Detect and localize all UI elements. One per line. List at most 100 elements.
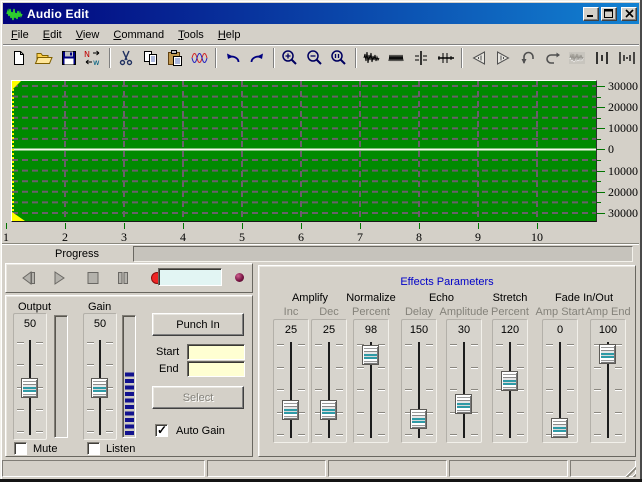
- stop-button[interactable]: [80, 266, 106, 290]
- effect-slider-inc-track[interactable]: [290, 342, 292, 438]
- minimize-button[interactable]: [583, 7, 599, 21]
- menu-item-view[interactable]: View: [69, 27, 107, 43]
- x-tick: [6, 223, 7, 229]
- slider-tick: [87, 364, 94, 365]
- effect-slider-percent-thumb[interactable]: [501, 371, 518, 391]
- position-field[interactable]: [158, 268, 222, 286]
- fade-out-button[interactable]: [491, 47, 516, 70]
- sample-convert-button[interactable]: Nw: [81, 47, 106, 70]
- slider-tick: [426, 389, 433, 390]
- y-tick: [597, 181, 601, 182]
- auto-gain-checkbox[interactable]: ✓: [155, 424, 168, 437]
- select-button[interactable]: Select: [152, 386, 244, 409]
- undo-button[interactable]: [220, 47, 245, 70]
- waveform-overlay-button[interactable]: [188, 47, 213, 70]
- waveform-disabled-button[interactable]: [565, 47, 590, 70]
- menu-item-edit[interactable]: Edit: [36, 27, 69, 43]
- pause-button[interactable]: [110, 266, 136, 290]
- menu-item-command[interactable]: Command: [106, 27, 171, 43]
- new-button[interactable]: [7, 47, 32, 70]
- mute-checkbox[interactable]: [14, 442, 27, 455]
- reverse-button[interactable]: [516, 47, 541, 70]
- copy-button[interactable]: [138, 47, 163, 70]
- effect-sub-label: Dec: [319, 306, 339, 318]
- waveform-display[interactable]: [11, 80, 597, 222]
- gain-slider: 50: [83, 313, 117, 440]
- paste-button[interactable]: [163, 47, 188, 70]
- effect-slider-dec-thumb[interactable]: [320, 400, 337, 420]
- effect-slider-amp-start-thumb[interactable]: [551, 418, 568, 438]
- output-slider-thumb[interactable]: [21, 378, 38, 398]
- effect-slider-amplitude-thumb[interactable]: [455, 394, 472, 414]
- effect-slider-delay-thumb[interactable]: [410, 409, 427, 429]
- maximize-button[interactable]: [601, 7, 617, 21]
- fade-in-button[interactable]: [466, 47, 491, 70]
- sample-convert-icon: Nw: [83, 49, 103, 67]
- app-waveform-icon: [6, 6, 24, 22]
- close-button[interactable]: [621, 7, 637, 21]
- effect-slider-amp-end-thumb[interactable]: [599, 344, 616, 364]
- zoom-in-button[interactable]: [278, 47, 303, 70]
- redo-button[interactable]: [245, 47, 270, 70]
- slider-tick: [567, 412, 574, 413]
- menu-item-file[interactable]: File: [4, 27, 36, 43]
- amplify-bars-button[interactable]: [614, 47, 639, 70]
- open-button[interactable]: [32, 47, 57, 70]
- effect-slider-inc: 25: [273, 319, 309, 443]
- skip-back-button[interactable]: [16, 266, 42, 290]
- y-tick-label: 0: [608, 142, 614, 157]
- slider-tick: [357, 389, 364, 390]
- gain-slider-thumb[interactable]: [91, 378, 108, 398]
- gain-label: Gain: [88, 301, 111, 313]
- gain-meter-level: [125, 371, 134, 435]
- slider-tick: [405, 344, 412, 345]
- end-label: End: [159, 363, 179, 375]
- waveform-compress-button[interactable]: [384, 47, 409, 70]
- slider-tick: [426, 412, 433, 413]
- gain-slider-value: 50: [84, 318, 116, 330]
- waveform-view-button[interactable]: [360, 47, 385, 70]
- effect-slider-inc-thumb[interactable]: [282, 400, 299, 420]
- slider-tick: [567, 367, 574, 368]
- menu-item-help[interactable]: Help: [211, 27, 248, 43]
- slider-tick: [405, 367, 412, 368]
- mixer-panel: Output Gain Mute Listen Punch In Start E…: [5, 295, 253, 457]
- effect-slider-percent-thumb[interactable]: [362, 345, 379, 365]
- listen-checkbox[interactable]: [87, 442, 100, 455]
- normalize-bars-button[interactable]: [590, 47, 615, 70]
- start-field[interactable]: [187, 344, 245, 360]
- y-tick-label: 30000: [608, 79, 638, 94]
- slider-tick: [594, 367, 601, 368]
- slider-tick: [298, 344, 305, 345]
- play-button[interactable]: [46, 266, 72, 290]
- zoom-fit-icon: [329, 49, 349, 67]
- effect-slider-amp-end: 100: [590, 319, 626, 443]
- save-button[interactable]: [56, 47, 81, 70]
- punch-in-button[interactable]: Punch In: [152, 313, 244, 336]
- slider-tick: [17, 342, 24, 343]
- menu-item-tools[interactable]: Tools: [171, 27, 211, 43]
- slider-tick: [517, 367, 524, 368]
- slider-tick: [615, 412, 622, 413]
- end-field[interactable]: [187, 361, 245, 377]
- horizontal-marker-button[interactable]: [434, 47, 459, 70]
- output-meter: [54, 315, 68, 438]
- zoom-fit-button[interactable]: [327, 47, 352, 70]
- slider-tick: [87, 431, 94, 432]
- cut-button[interactable]: [114, 47, 139, 70]
- slider-tick: [298, 412, 305, 413]
- slider-tick: [496, 344, 503, 345]
- waveform-overlay-icon: [190, 49, 210, 67]
- effect-slider-amplitude-track[interactable]: [463, 342, 465, 438]
- slider-tick: [471, 367, 478, 368]
- effect-group-label: Normalize: [346, 292, 396, 304]
- loop-button[interactable]: [540, 47, 565, 70]
- close-icon: [625, 9, 634, 18]
- slider-tick: [615, 434, 622, 435]
- slider-tick: [36, 431, 43, 432]
- effect-slider-dec-track[interactable]: [328, 342, 330, 438]
- zoom-out-button[interactable]: [302, 47, 327, 70]
- vertical-marker-button[interactable]: [409, 47, 434, 70]
- auto-gain-label: Auto Gain: [176, 425, 225, 437]
- fade-in-icon: [469, 49, 489, 67]
